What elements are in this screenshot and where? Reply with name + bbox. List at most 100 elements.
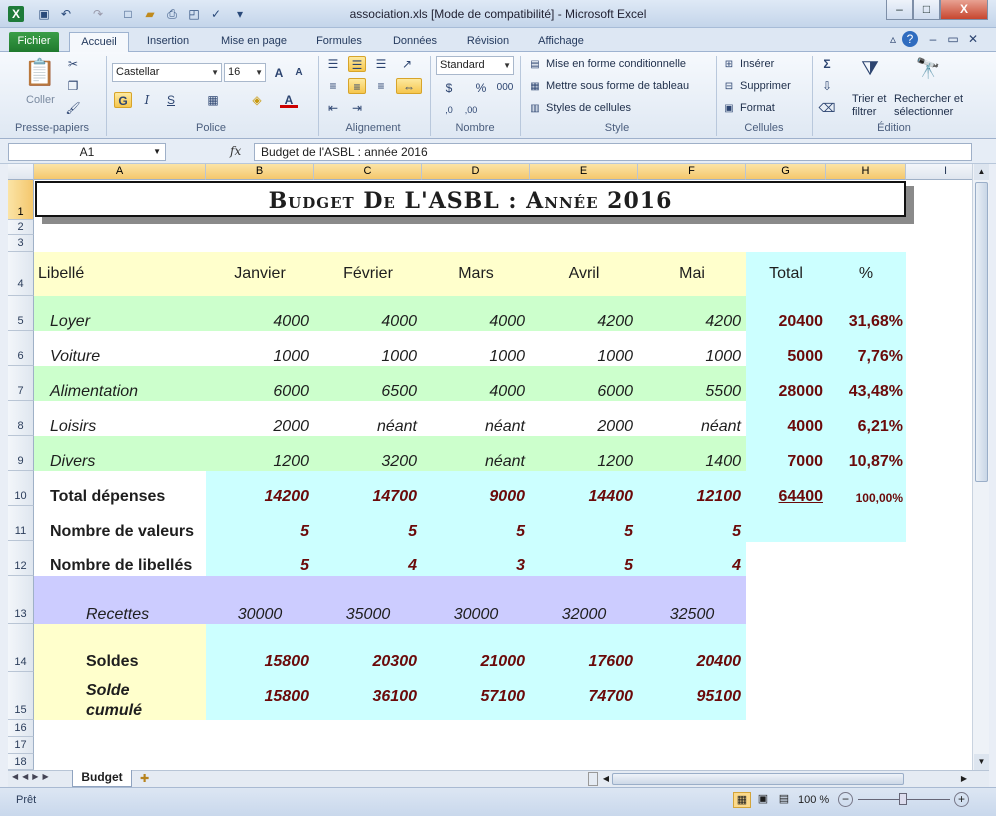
tab-fichier[interactable]: Fichier: [9, 32, 59, 52]
scroll-up-icon[interactable]: ▲: [974, 164, 989, 180]
select-all-corner[interactable]: [8, 164, 34, 180]
tab-formules[interactable]: Formules: [309, 32, 369, 52]
column-header[interactable]: F: [638, 164, 746, 180]
format-table-button[interactable]: Mettre sous forme de tableau: [546, 80, 689, 92]
insert-cells-button[interactable]: Insérer: [740, 58, 774, 70]
row-header[interactable]: 2: [8, 220, 34, 235]
decrease-indent-icon[interactable]: ⇤: [324, 100, 342, 116]
find-select-label-2[interactable]: sélectionner: [894, 106, 953, 118]
help-icon[interactable]: ?: [902, 31, 918, 47]
row-header[interactable]: 8: [8, 401, 34, 436]
spreadsheet-grid[interactable]: A B C D E F G H I 1 2 3 4 5 6 7 8 9 10 1…: [8, 164, 972, 770]
number-format-select[interactable]: Standard ▼: [436, 56, 514, 75]
underline-button[interactable]: S: [162, 92, 180, 108]
percent-button[interactable]: %: [472, 80, 490, 96]
horizontal-scroll-thumb[interactable]: [612, 773, 904, 785]
zoom-in-icon[interactable]: +: [954, 792, 969, 807]
cut-icon[interactable]: ✂: [64, 56, 82, 72]
zoom-slider-thumb[interactable]: [899, 793, 907, 805]
column-header[interactable]: I: [906, 164, 972, 180]
find-select-icon[interactable]: 🔭: [914, 56, 942, 82]
align-left-icon[interactable]: ≡: [324, 78, 342, 94]
tab-affichage[interactable]: Affichage: [530, 32, 592, 52]
row-header[interactable]: 12: [8, 541, 34, 576]
align-bottom-icon[interactable]: ☰: [372, 56, 390, 72]
increase-decimal-icon[interactable]: ,0: [440, 102, 458, 118]
tab-mise-en-page[interactable]: Mise en page: [214, 32, 294, 52]
row-header[interactable]: 16: [8, 720, 34, 737]
tab-donnees[interactable]: Données: [385, 32, 445, 52]
normal-view-icon[interactable]: ▦: [733, 792, 751, 808]
bold-button[interactable]: G: [114, 92, 132, 108]
page-break-icon[interactable]: ▤: [775, 792, 793, 808]
find-select-label-1[interactable]: Rechercher et: [894, 93, 963, 105]
column-header[interactable]: G: [746, 164, 826, 180]
scroll-down-icon[interactable]: ▼: [974, 754, 989, 770]
column-header[interactable]: A: [34, 164, 206, 180]
copy-icon[interactable]: ❐: [64, 78, 82, 94]
row-header[interactable]: 17: [8, 737, 34, 754]
row-header[interactable]: 14: [8, 624, 34, 672]
zoom-out-icon[interactable]: −: [838, 792, 853, 807]
row-header[interactable]: 9: [8, 436, 34, 471]
font-color-icon[interactable]: A: [280, 92, 298, 108]
grow-font-icon[interactable]: A: [270, 65, 288, 81]
paste-icon[interactable]: 📋: [22, 56, 58, 88]
fill-icon[interactable]: ⇩: [818, 78, 836, 94]
delete-cells-button[interactable]: Supprimer: [740, 80, 791, 92]
insert-function-icon[interactable]: fx: [230, 144, 241, 158]
italic-button[interactable]: I: [138, 92, 156, 108]
conditional-format-button[interactable]: Mise en forme conditionnelle: [546, 58, 686, 70]
decrease-decimal-icon[interactable]: ,00: [462, 102, 480, 118]
thousands-button[interactable]: 000: [494, 80, 516, 96]
tab-accueil[interactable]: Accueil: [69, 32, 129, 53]
align-right-icon[interactable]: ≡: [372, 78, 390, 94]
restore-button[interactable]: □: [913, 0, 940, 20]
row-header[interactable]: 4: [8, 252, 34, 296]
scroll-left-icon[interactable]: ◀: [600, 772, 612, 786]
paste-button[interactable]: Coller: [26, 94, 55, 106]
formula-input[interactable]: Budget de l'ASBL : année 2016: [254, 143, 972, 161]
row-header[interactable]: 18: [8, 754, 34, 770]
sort-filter-icon[interactable]: ⧩: [856, 56, 884, 82]
align-center-icon[interactable]: ≡: [348, 78, 366, 94]
format-cells-icon[interactable]: ▣: [720, 101, 738, 117]
tab-insertion[interactable]: Insertion: [140, 32, 196, 52]
increase-indent-icon[interactable]: ⇥: [348, 100, 366, 116]
tab-split-handle[interactable]: [588, 772, 598, 786]
doc-close-icon[interactable]: ✕: [964, 31, 982, 47]
minimize-button[interactable]: –: [886, 0, 913, 20]
insert-cells-icon[interactable]: ⊞: [720, 57, 738, 73]
autosum-button[interactable]: Σ: [818, 56, 836, 72]
row-header[interactable]: 1: [8, 180, 34, 220]
minimize-ribbon-icon[interactable]: ▵: [884, 31, 902, 47]
name-box[interactable]: A1 ▼: [8, 143, 166, 161]
row-header[interactable]: 13: [8, 576, 34, 624]
currency-button[interactable]: $: [440, 80, 458, 96]
clear-icon[interactable]: ⌫: [818, 100, 836, 116]
row-header[interactable]: 3: [8, 235, 34, 252]
column-header[interactable]: H: [826, 164, 906, 180]
column-header[interactable]: D: [422, 164, 530, 180]
zoom-level[interactable]: 100 %: [798, 794, 829, 806]
merge-center-icon[interactable]: ⇔: [396, 78, 422, 94]
close-button[interactable]: X: [940, 0, 988, 20]
doc-minimize-icon[interactable]: –: [924, 31, 942, 47]
vertical-scrollbar[interactable]: ▲ ▼: [972, 164, 989, 770]
sort-filter-label-2[interactable]: filtrer: [852, 106, 876, 118]
cell-styles-icon[interactable]: ▥: [526, 101, 544, 117]
delete-cells-icon[interactable]: ⊟: [720, 79, 738, 95]
shrink-font-icon[interactable]: A: [290, 65, 308, 81]
format-painter-icon[interactable]: 🖌: [64, 100, 82, 116]
fill-color-icon[interactable]: ◈: [248, 92, 266, 108]
borders-icon[interactable]: ▦: [204, 92, 222, 108]
format-cells-button[interactable]: Format: [740, 102, 775, 114]
format-table-icon[interactable]: ▦: [526, 79, 544, 95]
row-header[interactable]: 11: [8, 506, 34, 541]
font-size-select[interactable]: 16 ▼: [224, 63, 266, 82]
column-header[interactable]: C: [314, 164, 422, 180]
column-header[interactable]: E: [530, 164, 638, 180]
scroll-right-icon[interactable]: ▶: [958, 772, 970, 786]
align-top-icon[interactable]: ☰: [324, 56, 342, 72]
page-layout-icon[interactable]: ▣: [754, 792, 772, 808]
